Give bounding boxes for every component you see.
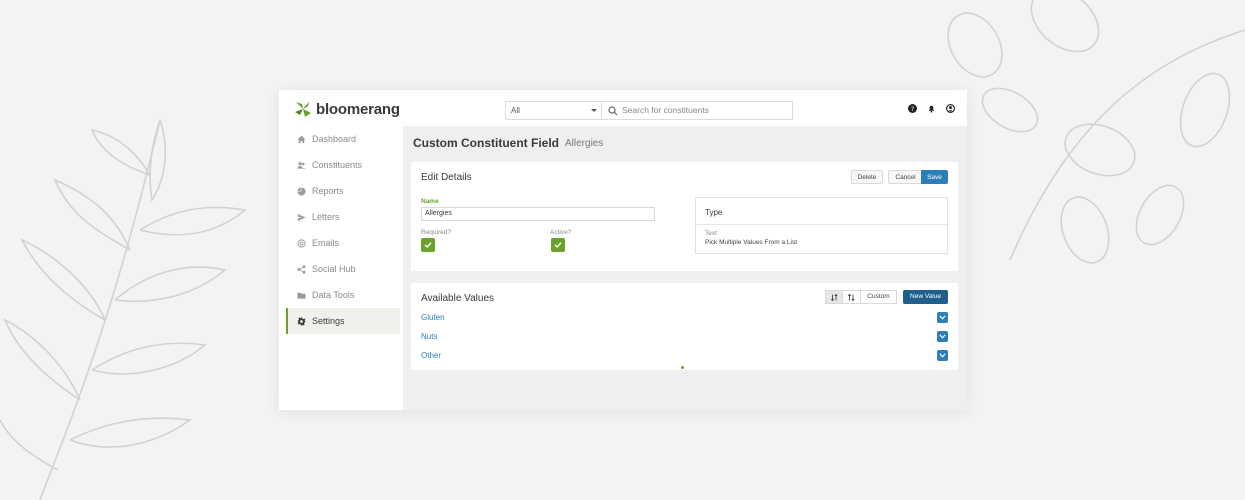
help-icon[interactable]: ? <box>908 104 917 113</box>
top-actions: ? <box>908 104 955 113</box>
edit-details-title: Edit Details <box>421 172 472 183</box>
search-placeholder: Search for constituents <box>622 105 709 115</box>
folder-icon <box>297 292 306 299</box>
check-icon <box>554 242 562 249</box>
pie-chart-icon <box>297 186 306 196</box>
sidebar-item-label: Emails <box>312 238 340 248</box>
bell-icon[interactable] <box>927 104 936 113</box>
page-title: Custom Constituent Field <box>413 136 559 150</box>
sidebar: Dashboard Constituents Reports Letters E… <box>279 126 403 410</box>
divider <box>696 224 947 225</box>
list-item: Other <box>421 347 948 365</box>
available-values-title: Available Values <box>421 293 495 304</box>
sidebar-item-label: Settings <box>312 316 345 326</box>
chevron-down-icon <box>939 315 946 320</box>
main-content: Custom Constituent Field Allergies Edit … <box>403 126 967 410</box>
people-icon <box>297 161 306 169</box>
check-icon <box>424 242 432 249</box>
name-label: Name <box>421 198 439 205</box>
required-checkbox[interactable] <box>421 238 435 252</box>
sort-icon <box>830 293 837 302</box>
sidebar-item-settings[interactable]: Settings <box>286 308 400 334</box>
page-subtitle: Allergies <box>565 138 604 149</box>
save-button[interactable]: Save <box>921 170 948 184</box>
search-bar: All Search for constituents <box>505 101 793 120</box>
brand-logo[interactable]: bloomerang <box>293 100 400 118</box>
value-menu-button[interactable] <box>937 331 948 342</box>
new-value-button[interactable]: New Value <box>903 290 948 304</box>
type-panel: Type Text Pick Multiple Values From a Li… <box>695 197 948 254</box>
sidebar-item-emails[interactable]: Emails <box>279 230 403 256</box>
type-kind: Text <box>705 230 717 237</box>
value-link[interactable]: Nuts <box>421 332 437 341</box>
chevron-down-icon <box>939 334 946 339</box>
value-menu-button[interactable] <box>937 350 948 361</box>
value-menu-button[interactable] <box>937 312 948 323</box>
loading-dot <box>681 366 684 369</box>
type-title: Type <box>705 208 723 217</box>
gear-icon <box>297 316 306 326</box>
sidebar-item-label: Constituents <box>312 160 363 170</box>
at-icon <box>297 238 306 248</box>
sidebar-item-reports[interactable]: Reports <box>279 178 403 204</box>
sidebar-item-constituents[interactable]: Constituents <box>279 152 403 178</box>
delete-button[interactable]: Delete <box>851 170 883 184</box>
app-window: bloomerang All Search for constituents ? <box>279 90 967 410</box>
sidebar-item-social-hub[interactable]: Social Hub <box>279 256 403 282</box>
sidebar-item-label: Data Tools <box>312 290 355 300</box>
required-label: Required? <box>421 229 451 236</box>
custom-sort-button[interactable]: Custom <box>861 290 897 304</box>
edit-details-card: Edit Details Delete Cancel Save Name All… <box>411 162 958 271</box>
sidebar-item-label: Letters <box>312 212 340 222</box>
top-bar: bloomerang All Search for constituents ? <box>279 90 967 126</box>
sidebar-item-label: Dashboard <box>312 134 357 144</box>
home-icon <box>297 135 306 143</box>
value-link[interactable]: Gluten <box>421 313 445 322</box>
list-item: Nuts <box>421 328 948 346</box>
search-icon <box>608 106 618 116</box>
sidebar-item-letters[interactable]: Letters <box>279 204 403 230</box>
available-values-card: Available Values Custom New Value Gluten… <box>411 283 958 370</box>
cancel-button[interactable]: Cancel <box>888 170 922 184</box>
list-item: Gluten <box>421 309 948 327</box>
search-scope-value: All <box>511 106 520 115</box>
chevron-down-icon <box>939 353 946 358</box>
name-field[interactable]: Allergies <box>421 207 655 221</box>
brand-name: bloomerang <box>316 100 400 118</box>
chevron-down-icon <box>591 109 597 112</box>
sort-reverse-button[interactable] <box>843 290 861 304</box>
search-scope-select[interactable]: All <box>505 101 601 120</box>
value-link[interactable]: Other <box>421 351 441 360</box>
sidebar-item-label: Reports <box>312 186 344 196</box>
send-icon <box>297 213 306 221</box>
svg-text:?: ? <box>911 106 914 113</box>
sort-alpha-button[interactable] <box>825 290 843 304</box>
type-value: Pick Multiple Values From a List <box>705 239 797 246</box>
share-icon <box>297 264 306 274</box>
user-icon[interactable] <box>946 104 955 113</box>
sort-reverse-icon <box>848 293 855 302</box>
bloomerang-logo-icon <box>295 101 311 117</box>
sidebar-item-label: Social Hub <box>312 264 356 274</box>
sidebar-item-dashboard[interactable]: Dashboard <box>279 126 403 152</box>
active-label: Active? <box>550 229 572 236</box>
search-input[interactable]: Search for constituents <box>601 101 793 120</box>
active-checkbox[interactable] <box>551 238 565 252</box>
sidebar-item-data-tools[interactable]: Data Tools <box>279 282 403 308</box>
